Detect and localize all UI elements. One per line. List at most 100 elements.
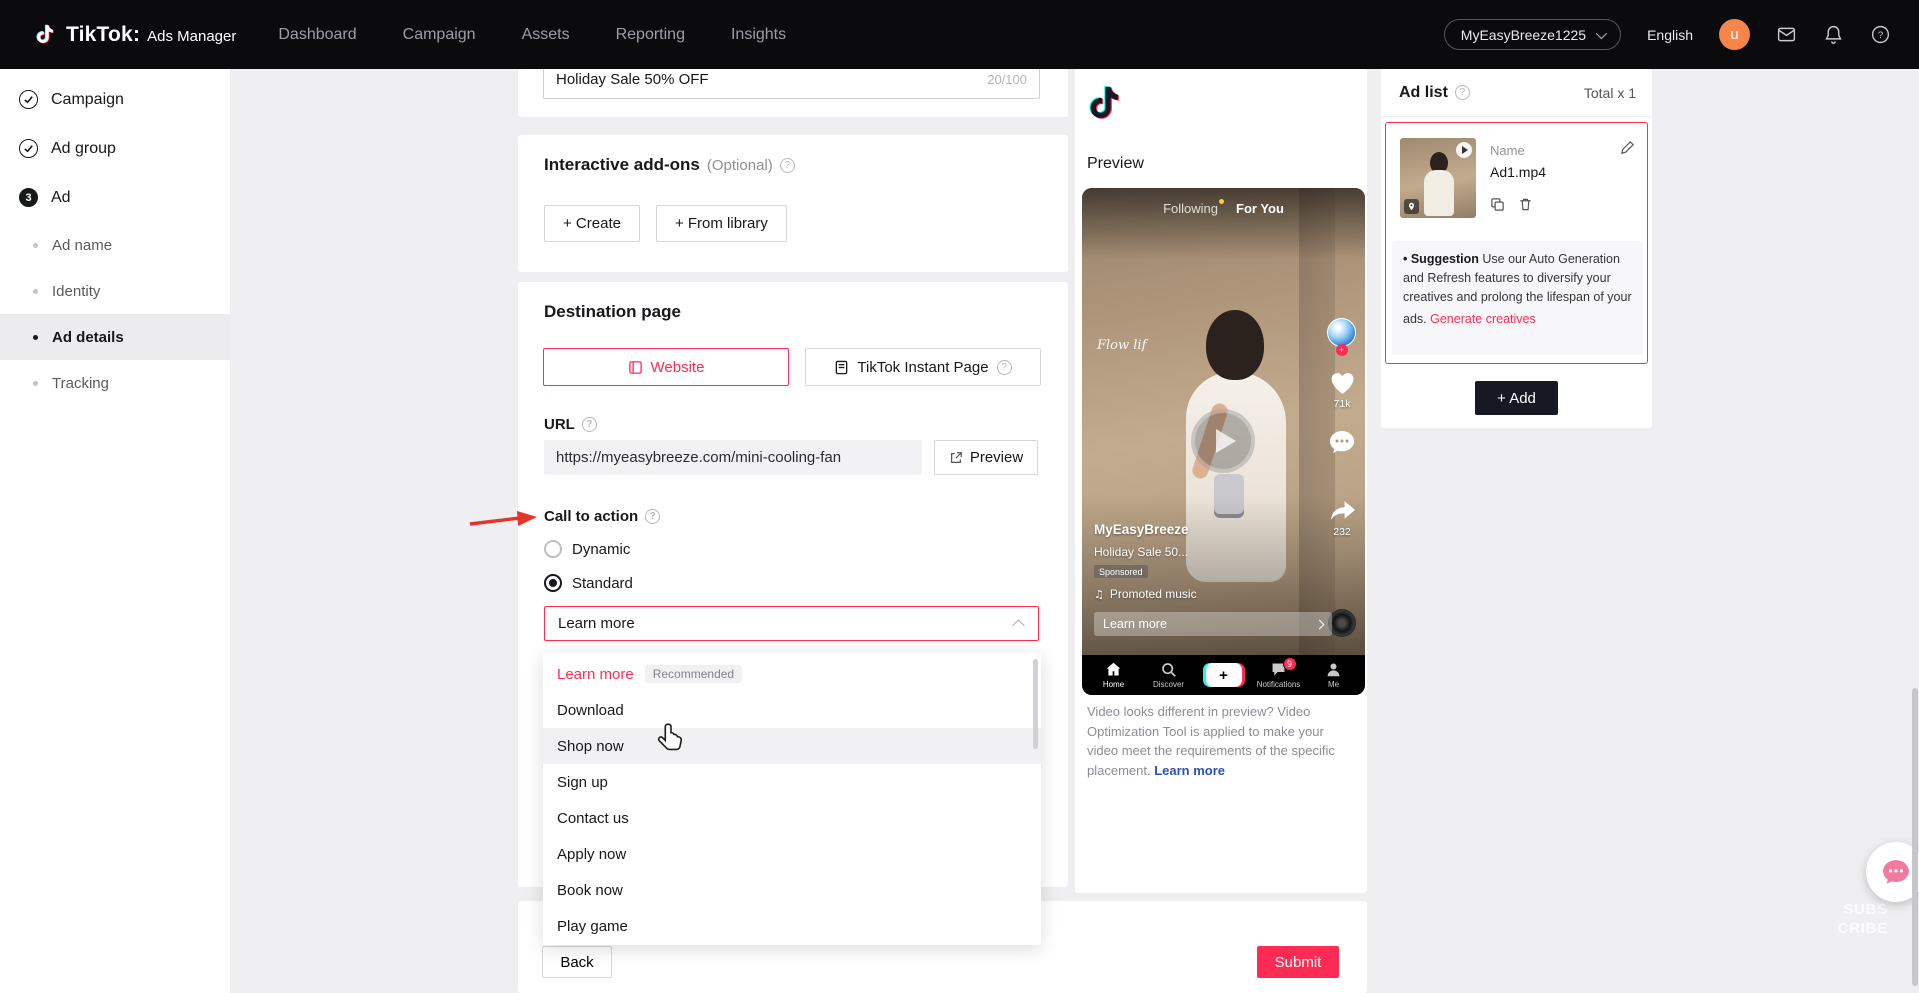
ad-list-header: Ad list Total x 1 (1381, 69, 1652, 117)
radio-standard[interactable]: Standard (544, 574, 633, 592)
sidebar-item-ad-name[interactable]: Ad name (0, 222, 230, 268)
topnav-right-controls: MyEasyBreeze1225 English u ? (1444, 19, 1891, 50)
like-count: 71k (1325, 398, 1359, 410)
page-scrollbar[interactable] (1912, 688, 1918, 986)
tiktok-placement-icon (1085, 83, 1127, 130)
recommended-badge: Recommended (645, 665, 742, 683)
top-navigation-bar: TikTok: Ads Manager Dashboard Campaign A… (0, 0, 1919, 69)
share-icon (1325, 500, 1359, 523)
submit-button[interactable]: Submit (1257, 946, 1339, 978)
create-addon-button[interactable]: + Create (544, 205, 640, 242)
music-label: Promoted music (1110, 587, 1197, 601)
add-ad-button[interactable]: + Add (1475, 381, 1558, 415)
nav-item-dashboard[interactable]: Dashboard (278, 26, 356, 44)
sidebar-step-ad[interactable]: 3 Ad (0, 173, 230, 222)
profile-avatar (1327, 318, 1356, 347)
nav-home: Home (1091, 661, 1137, 689)
promoted-music: ♫ Promoted music (1094, 587, 1197, 601)
cta-option-contact-us[interactable]: Contact us (543, 800, 1041, 836)
help-circle-icon[interactable] (645, 509, 660, 524)
notification-badge: 9 (1283, 657, 1297, 671)
sidebar-item-ad-details[interactable]: Ad details (0, 314, 230, 360)
sidebar-item-identity[interactable]: Identity (0, 268, 230, 314)
bullet-dot-icon (33, 243, 38, 248)
cta-option-apply-now[interactable]: Apply now (543, 836, 1041, 872)
video-frame: Following For You Flow lif + 71k 232 (1082, 188, 1365, 695)
nav-item-insights[interactable]: Insights (731, 26, 786, 44)
help-circle-icon[interactable] (1455, 85, 1470, 100)
cta-option-download[interactable]: Download (543, 692, 1041, 728)
share-count: 232 (1325, 526, 1359, 538)
step-number-icon: 3 (19, 188, 38, 207)
logo-product-name: Ads Manager (147, 28, 236, 45)
watermark: SUBS CRIBE (1788, 901, 1888, 939)
help-circle-icon[interactable] (780, 158, 795, 173)
ad-list-total: Total x 1 (1584, 85, 1636, 101)
radio-dynamic[interactable]: Dynamic (544, 540, 630, 558)
cta-option-shop-now[interactable]: Shop now (543, 728, 1041, 764)
note-learn-more-link[interactable]: Learn more (1154, 763, 1225, 778)
cta-select[interactable]: Learn more (544, 606, 1039, 641)
back-button[interactable]: Back (542, 946, 612, 978)
url-input[interactable]: https://myeasybreeze.com/mini-cooling-fa… (544, 440, 922, 475)
bullet-dot-icon (33, 289, 38, 294)
cta-option-learn-more[interactable]: Learn more Recommended (543, 656, 1041, 692)
logo-wordmark: TikTok: (66, 23, 140, 47)
url-preview-button[interactable]: Preview (934, 440, 1038, 475)
delete-trash-icon[interactable] (1518, 197, 1533, 212)
website-icon (628, 360, 643, 375)
sponsored-badge: Sponsored (1094, 565, 1148, 578)
sidebar-step-campaign[interactable]: Campaign (0, 75, 230, 124)
name-label: Name (1490, 143, 1525, 158)
option-label: Learn more (557, 666, 634, 683)
tab-tiktok-instant-page[interactable]: TikTok Instant Page (805, 348, 1041, 386)
annotation-arrow (468, 507, 538, 536)
addons-buttons: + Create + From library (544, 205, 787, 242)
user-avatar[interactable]: u (1719, 19, 1750, 50)
substep-label: Identity (52, 283, 100, 300)
cta-option-play-game[interactable]: Play game (543, 908, 1041, 944)
character-counter: 20/100 (987, 72, 1027, 87)
tab-website[interactable]: Website (543, 348, 789, 386)
sidebar-step-adgroup[interactable]: Ad group (0, 124, 230, 173)
from-library-button[interactable]: + From library (656, 205, 787, 242)
account-switcher[interactable]: MyEasyBreeze1225 (1444, 19, 1621, 50)
instant-page-icon (834, 360, 849, 375)
nav-notifications: 9 Notifications (1256, 661, 1302, 689)
help-circle-icon[interactable] (582, 417, 597, 432)
ad-card-selected[interactable]: Name Ad1.mp4 • Suggestion Use our Auto G… (1385, 122, 1648, 364)
cta-option-sign-up[interactable]: Sign up (543, 764, 1041, 800)
help-icon[interactable]: ? (1870, 24, 1891, 45)
nav-item-assets[interactable]: Assets (522, 26, 570, 44)
substep-label: Ad details (52, 329, 124, 346)
copy-icon[interactable] (1490, 197, 1505, 212)
bullet-dot-icon (33, 335, 38, 340)
radio-unchecked-icon (544, 540, 562, 558)
notifications-bell-icon[interactable] (1823, 24, 1844, 45)
tiktok-logo[interactable]: TikTok: Ads Manager (34, 23, 236, 47)
advertiser-username: MyEasyBreeze (1094, 522, 1189, 537)
dropdown-scrollbar[interactable] (1033, 659, 1038, 749)
inbox-icon[interactable] (1776, 24, 1797, 45)
comment-icon (1325, 430, 1359, 454)
ad-file-name: Ad1.mp4 (1490, 164, 1546, 180)
nav-item-campaign[interactable]: Campaign (403, 26, 476, 44)
chat-bubble-icon (1882, 859, 1910, 885)
help-circle-icon[interactable] (997, 360, 1012, 375)
nav-item-reporting[interactable]: Reporting (616, 26, 685, 44)
sidebar-item-tracking[interactable]: Tracking (0, 360, 230, 406)
language-selector[interactable]: English (1647, 27, 1693, 43)
url-value: https://myeasybreeze.com/mini-cooling-fa… (556, 449, 841, 466)
destination-title: Destination page (544, 302, 681, 322)
edit-pencil-icon[interactable] (1620, 140, 1635, 155)
video-thumbnail[interactable] (1400, 138, 1476, 218)
cta-option-book-now[interactable]: Book now (543, 872, 1041, 908)
ad-text-input[interactable]: Holiday Sale 50% OFF 20/100 (543, 69, 1040, 99)
nav-discover: Discover (1146, 661, 1192, 689)
optional-label: (Optional) (707, 157, 773, 174)
cta-select-value: Learn more (558, 615, 635, 632)
addons-title: Interactive add-ons (544, 155, 700, 175)
music-note-icon: ♫ (1094, 588, 1104, 601)
location-pin-icon (1404, 199, 1419, 214)
generate-creatives-link[interactable]: Generate creatives (1430, 310, 1536, 329)
